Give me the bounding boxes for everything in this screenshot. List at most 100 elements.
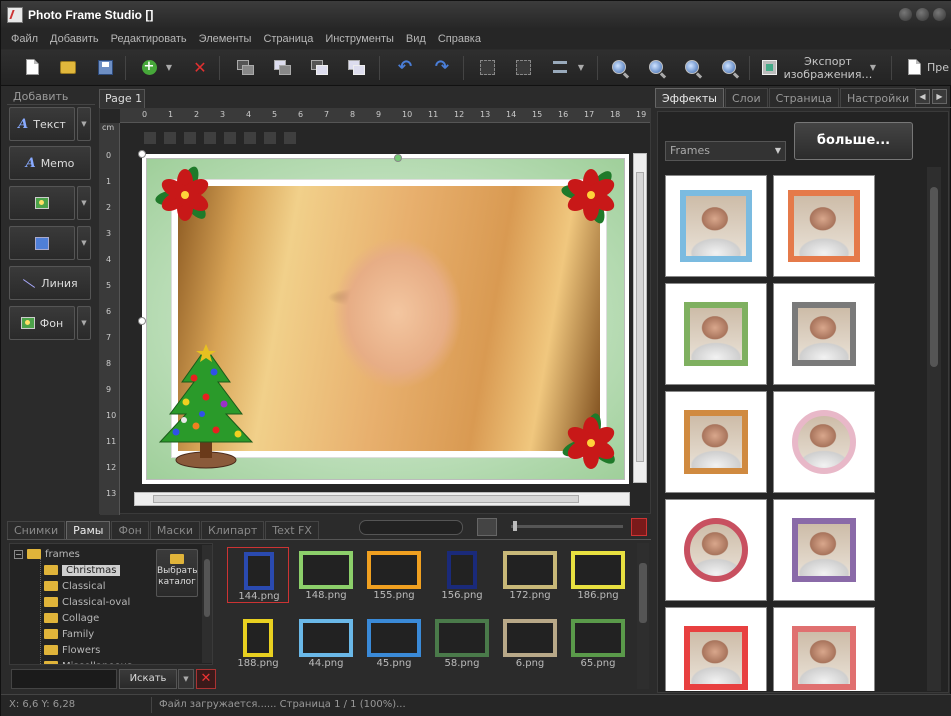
open-button[interactable] xyxy=(57,56,79,78)
preview-button[interactable] xyxy=(903,56,925,78)
tab-page[interactable]: Страница xyxy=(768,88,839,107)
redo-button[interactable]: ↷ xyxy=(431,56,453,78)
add-shape-dropdown[interactable]: ▼ xyxy=(77,226,91,260)
tab-left-arrow-icon[interactable]: ◀ xyxy=(915,89,930,104)
frame-thumbnail[interactable]: 44.png xyxy=(295,615,357,671)
canvas-horizontal-scrollbar[interactable] xyxy=(134,492,630,506)
export-label[interactable]: Экспорт изображения… xyxy=(783,55,873,81)
thumbnails-scrollbar[interactable] xyxy=(637,543,649,689)
resize-handle[interactable] xyxy=(138,317,146,325)
export-button[interactable] xyxy=(758,56,780,78)
choose-folder-button[interactable]: Выбрать каталог xyxy=(156,549,198,597)
frame-thumbnail[interactable]: 156.png xyxy=(431,547,493,603)
clear-search-button[interactable]: ✕ xyxy=(196,669,216,689)
send-back-button[interactable] xyxy=(271,56,293,78)
frame-thumbnail[interactable]: 65.png xyxy=(567,615,629,671)
canvas-area[interactable]: 0 1 2 3 4 5 6 7 8 9 10 11 12 13 14 15 16 17 18 19 cm 012345… xyxy=(99,108,651,515)
add-text-dropdown[interactable]: ▼ xyxy=(77,107,91,141)
frame-effect-preview[interactable] xyxy=(773,175,875,277)
preview-label[interactable]: Пре xyxy=(927,61,949,74)
tab-effects[interactable]: Эффекты xyxy=(655,88,724,107)
maximize-button[interactable] xyxy=(916,8,929,21)
search-input[interactable] xyxy=(11,669,117,689)
library-tab[interactable]: Text FX xyxy=(265,521,319,539)
new-button[interactable] xyxy=(21,56,43,78)
ungroup-button[interactable] xyxy=(512,56,534,78)
effects-scrollbar[interactable] xyxy=(927,167,941,691)
menu-add[interactable]: Добавить xyxy=(44,33,105,45)
tree-item[interactable]: Collage xyxy=(44,610,99,626)
frame-effect-preview[interactable] xyxy=(665,499,767,601)
group-button[interactable] xyxy=(476,56,498,78)
menu-tools[interactable]: Инструменты xyxy=(319,33,400,45)
floating-toolbar[interactable] xyxy=(144,129,374,147)
frame-effect-preview[interactable] xyxy=(665,391,767,493)
search-button[interactable]: Искать xyxy=(119,669,177,689)
frame-thumbnail[interactable]: 148.png xyxy=(295,547,357,603)
tab-layers[interactable]: Слои xyxy=(725,88,768,107)
menu-file[interactable]: Файл xyxy=(5,33,44,45)
tab-settings[interactable]: Настройки xyxy=(839,88,917,107)
add-button[interactable]: + xyxy=(138,56,160,78)
frame-effect-preview[interactable] xyxy=(665,283,767,385)
frame-effect-preview[interactable] xyxy=(665,175,767,277)
bring-front-button[interactable] xyxy=(234,56,256,78)
tree-item[interactable]: Miscellaneous xyxy=(44,658,132,664)
tab-page-1[interactable]: Page 1 xyxy=(99,89,145,108)
tree-root[interactable]: − frames xyxy=(14,546,80,562)
frame-thumbnail[interactable]: 188.png xyxy=(227,615,289,671)
add-image-dropdown[interactable]: ▼ xyxy=(77,186,91,220)
delete-button[interactable]: ✕ xyxy=(189,56,211,78)
download-icon[interactable] xyxy=(631,518,647,536)
resize-handle[interactable] xyxy=(138,150,146,158)
library-tab[interactable]: Рамы xyxy=(66,521,111,539)
align-dropdown[interactable]: ▼ xyxy=(575,56,587,78)
frame-thumbnail[interactable]: 155.png xyxy=(363,547,425,603)
tree-item[interactable]: Classical xyxy=(44,578,106,594)
close-button[interactable] xyxy=(933,8,946,21)
library-tab[interactable]: Снимки xyxy=(7,521,66,539)
tree-item[interactable]: Family xyxy=(44,626,94,642)
save-button[interactable] xyxy=(94,56,116,78)
menu-help[interactable]: Справка xyxy=(432,33,487,45)
library-tab[interactable]: Фон xyxy=(111,521,149,539)
add-line-button[interactable]: Линия xyxy=(9,266,91,300)
effects-category-select[interactable]: Frames xyxy=(665,141,786,161)
library-search-field[interactable] xyxy=(359,520,463,535)
add-text-button[interactable]: A Текст xyxy=(9,107,75,141)
zoom-actual-button[interactable] xyxy=(718,56,740,78)
minimize-button[interactable] xyxy=(899,8,912,21)
menu-page[interactable]: Страница xyxy=(257,33,319,45)
tree-item[interactable]: Flowers xyxy=(44,642,100,658)
frame-effect-preview[interactable] xyxy=(773,499,875,601)
thumbnail-size-slider[interactable] xyxy=(511,521,623,531)
collapse-icon[interactable]: − xyxy=(14,549,23,559)
more-button[interactable]: больше... xyxy=(794,122,913,160)
add-background-button[interactable]: Фон xyxy=(9,306,75,340)
page-canvas[interactable] xyxy=(138,150,629,484)
frame-thumbnail[interactable]: 144.png xyxy=(227,547,289,603)
frame-effect-preview[interactable] xyxy=(773,607,875,691)
add-shape-button[interactable] xyxy=(9,226,75,260)
library-tab[interactable]: Клипарт xyxy=(200,521,265,539)
tree-item[interactable]: Christmas xyxy=(44,562,121,578)
frame-thumbnail[interactable]: 45.png xyxy=(363,615,425,671)
menu-view[interactable]: Вид xyxy=(400,33,432,45)
add-dropdown[interactable]: ▼ xyxy=(163,56,175,78)
canvas-vertical-scrollbar[interactable] xyxy=(633,153,647,483)
frame-effect-preview[interactable] xyxy=(665,607,767,691)
menu-elements[interactable]: Элементы xyxy=(193,33,258,45)
add-background-dropdown[interactable]: ▼ xyxy=(77,306,91,340)
frame-thumbnail[interactable]: 6.png xyxy=(499,615,561,671)
add-memo-button[interactable]: A Memo xyxy=(9,146,91,180)
tab-right-arrow-icon[interactable]: ▶ xyxy=(932,89,947,104)
bring-forward-button[interactable] xyxy=(308,56,330,78)
align-button[interactable] xyxy=(549,56,571,78)
zoom-fit-button[interactable] xyxy=(681,56,703,78)
frame-thumbnail[interactable]: 172.png xyxy=(499,547,561,603)
rotate-handle[interactable] xyxy=(394,154,402,162)
folder-tree-scrollbar[interactable] xyxy=(202,545,212,663)
filter-icon[interactable] xyxy=(477,518,497,536)
zoom-in-button[interactable] xyxy=(608,56,630,78)
undo-button[interactable]: ↶ xyxy=(394,56,416,78)
